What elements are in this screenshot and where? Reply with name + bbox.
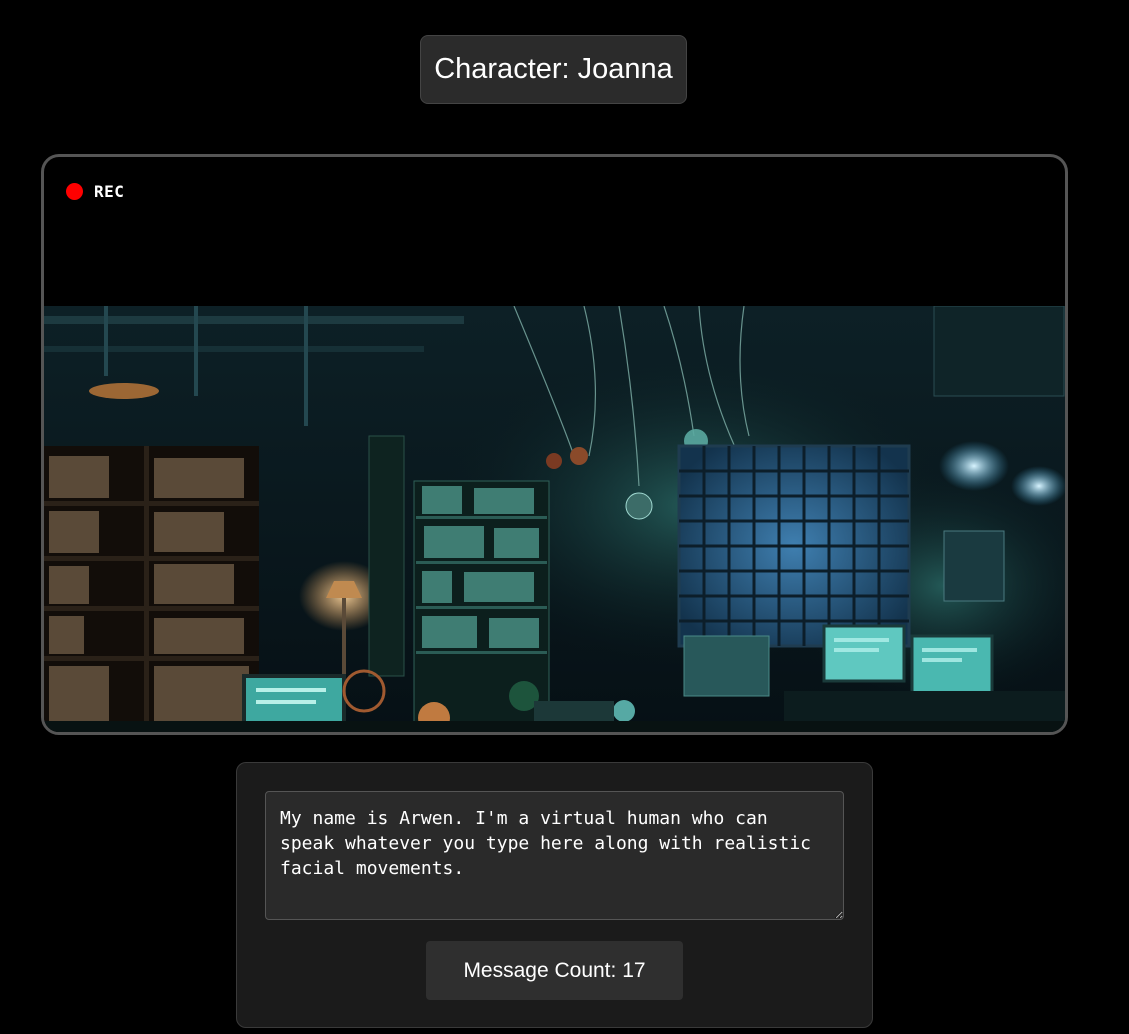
record-dot-icon bbox=[66, 183, 83, 200]
recording-indicator: REC bbox=[66, 182, 124, 201]
rec-label: REC bbox=[94, 182, 125, 201]
avatar-video-frame: REC bbox=[41, 154, 1068, 735]
scene-background-image bbox=[44, 306, 1065, 732]
character-selector-button[interactable]: Character: Joanna bbox=[420, 35, 687, 104]
message-textarea[interactable]: My name is Arwen. I'm a virtual human wh… bbox=[265, 791, 844, 920]
message-count-button[interactable]: Message Count: 17 bbox=[426, 941, 683, 1000]
chat-input-panel: My name is Arwen. I'm a virtual human wh… bbox=[236, 762, 873, 1028]
